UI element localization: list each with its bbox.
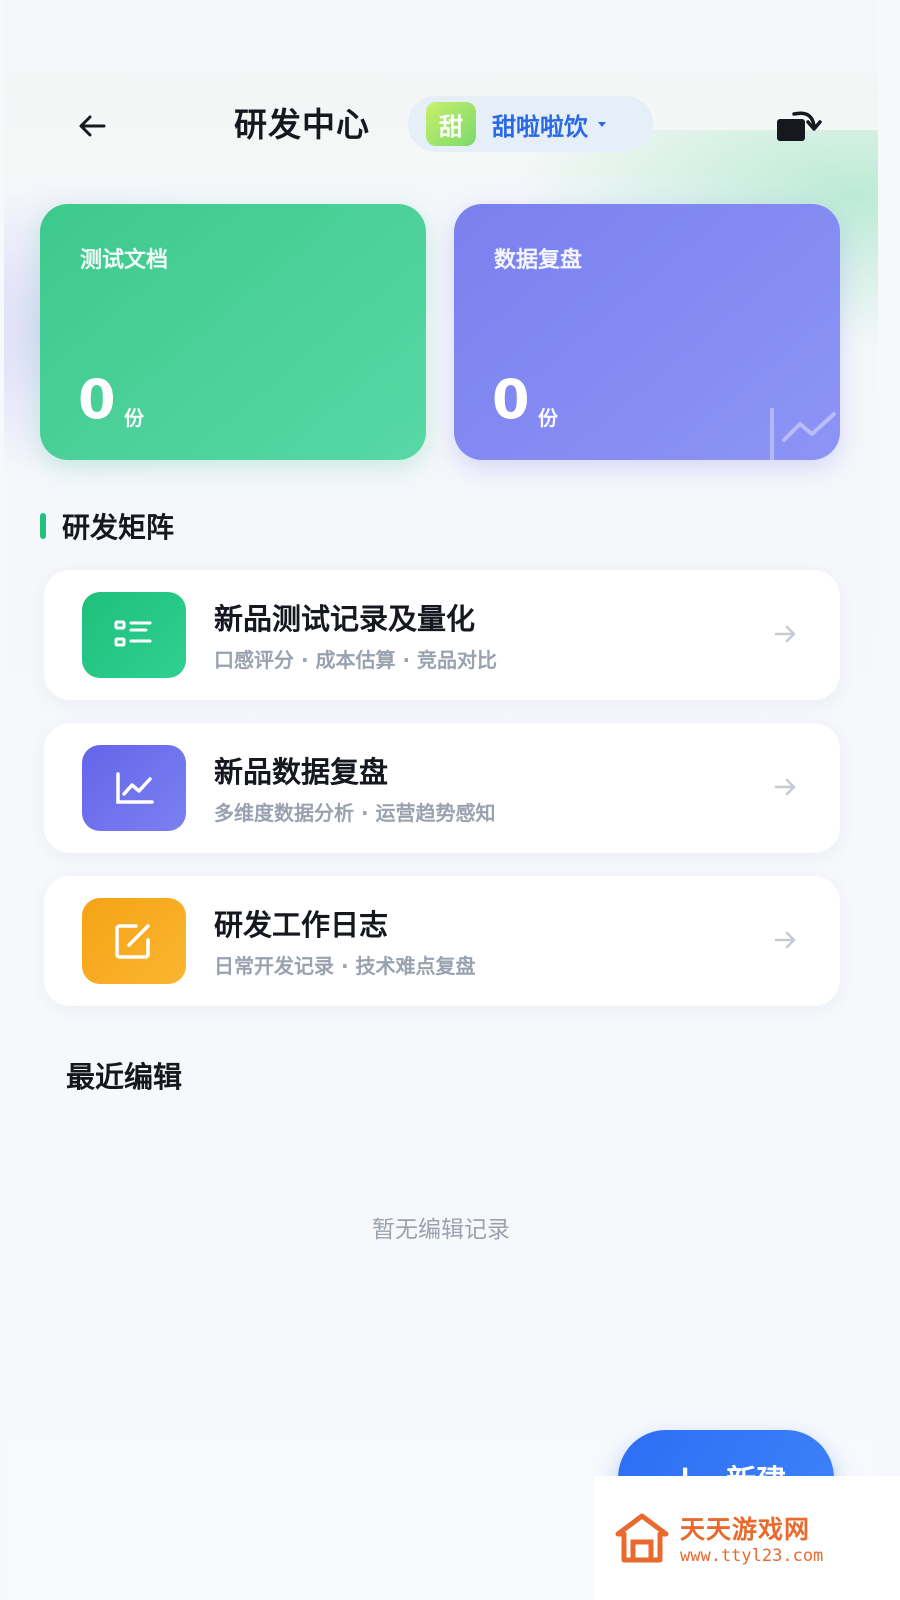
back-button[interactable] bbox=[72, 106, 112, 146]
stat-card-data-review[interactable]: 数据复盘 0 份 bbox=[454, 204, 840, 460]
section-title-matrix: 研发矩阵 bbox=[40, 506, 174, 546]
switch-button[interactable] bbox=[774, 106, 822, 146]
arrow-left-icon bbox=[79, 115, 106, 137]
recent-section-title: 最近编辑 bbox=[66, 1060, 183, 1094]
site-watermark: 天天游戏网 www.ttyl23.com bbox=[594, 1476, 900, 1600]
stat-unit: 份 bbox=[124, 406, 144, 430]
stat-unit: 份 bbox=[538, 406, 558, 430]
arrow-right-icon bbox=[774, 931, 796, 949]
app-frame: 研发中心 甜 甜啦啦饮 测试文档 0 份 数据复盘 0 份 研发矩阵 新品测试记… bbox=[4, 0, 878, 1600]
section-title-text: 研发矩阵 bbox=[62, 511, 175, 544]
brand-logo: 甜 bbox=[426, 102, 476, 146]
stat-card-test-docs[interactable]: 测试文档 0 份 bbox=[40, 204, 426, 460]
trend-chart-icon bbox=[82, 745, 186, 831]
matrix-item-work-log[interactable]: 研发工作日志 日常开发记录 · 技术难点复盘 bbox=[44, 876, 840, 1006]
item-title: 研发工作日志 bbox=[214, 908, 389, 942]
stat-label: 数据复盘 bbox=[494, 248, 583, 273]
brand-name: 甜啦啦饮 bbox=[492, 112, 588, 141]
item-subtitle: 多维度数据分析 · 运营趋势感知 bbox=[214, 801, 496, 825]
chart-watermark-icon bbox=[770, 408, 836, 460]
list-icon bbox=[82, 592, 186, 678]
brand-selector[interactable]: 甜 甜啦啦饮 bbox=[408, 96, 653, 152]
matrix-item-product-test[interactable]: 新品测试记录及量化 口感评分 · 成本估算 · 竞品对比 bbox=[44, 570, 840, 700]
house-logo-icon bbox=[615, 1513, 669, 1563]
item-subtitle: 口感评分 · 成本估算 · 竞品对比 bbox=[214, 648, 498, 672]
item-title: 新品测试记录及量化 bbox=[214, 602, 476, 636]
item-title: 新品数据复盘 bbox=[214, 755, 389, 789]
page-title: 研发中心 bbox=[234, 105, 370, 144]
arrow-right-icon bbox=[774, 625, 796, 643]
switch-icon bbox=[777, 111, 822, 141]
arrow-right-icon bbox=[774, 778, 796, 796]
matrix-item-data-review[interactable]: 新品数据复盘 多维度数据分析 · 运营趋势感知 bbox=[44, 723, 840, 853]
edit-icon bbox=[82, 898, 186, 984]
item-subtitle: 日常开发记录 · 技术难点复盘 bbox=[214, 954, 476, 978]
section-accent-bar bbox=[40, 513, 46, 539]
stat-value: 0 bbox=[492, 368, 530, 431]
stat-value: 0 bbox=[78, 368, 116, 431]
watermark-url: www.ttyl23.com bbox=[680, 1546, 824, 1566]
empty-state-text: 暂无编辑记录 bbox=[372, 1217, 510, 1243]
stat-label: 测试文档 bbox=[80, 248, 169, 273]
watermark-name: 天天游戏网 bbox=[680, 1515, 811, 1544]
caret-down-icon bbox=[598, 121, 606, 127]
